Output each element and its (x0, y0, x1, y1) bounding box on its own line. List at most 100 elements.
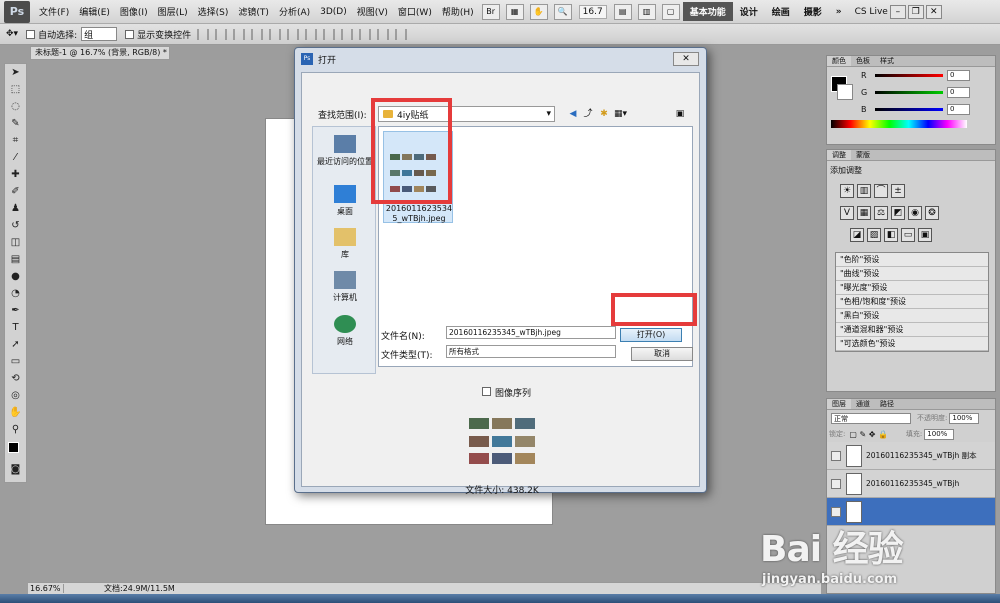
channel-r-slider[interactable] (875, 74, 943, 77)
opacity-input[interactable]: 100% (949, 412, 980, 424)
clone-stamp-tool-icon[interactable]: ♟ (6, 201, 25, 217)
menu-edit[interactable]: 编辑(E) (74, 5, 115, 18)
menu-filter[interactable]: 滤镜(T) (233, 5, 274, 18)
fill-input[interactable]: 100% (924, 428, 955, 440)
brightness-icon[interactable]: ☀ (840, 184, 854, 198)
preset-exposure[interactable]: "曝光度"预设 (836, 281, 988, 295)
align-right-icon[interactable] (287, 28, 300, 40)
blend-mode-select[interactable]: 正常 (831, 412, 911, 424)
workspace-essentials[interactable]: 基本功能 (682, 2, 733, 21)
gradient-map-icon[interactable]: ▭ (901, 228, 915, 242)
arrange-documents-icon[interactable]: ▥ (637, 3, 656, 20)
distribute-bottom-icon[interactable] (341, 28, 354, 40)
dialog-close-button[interactable]: ✕ (673, 52, 699, 66)
visibility-toggle[interactable] (831, 506, 841, 517)
workspace-more[interactable]: » (829, 4, 849, 20)
channel-g-slider[interactable] (875, 91, 943, 94)
layer-name[interactable]: 20160116235345_wTBjh (866, 479, 959, 488)
dialog-titlebar[interactable]: Ps 打开 (295, 48, 706, 70)
menu-3d[interactable]: 3D(D) (315, 7, 352, 17)
distribute-hcenter-icon[interactable] (377, 28, 390, 40)
preset-hue-saturation[interactable]: "色相/饱和度"预设 (836, 295, 988, 309)
auto-select-checkbox[interactable] (26, 29, 36, 39)
zoom-tool-icon[interactable]: ⚲ (6, 422, 25, 438)
history-brush-tool-icon[interactable]: ↺ (6, 218, 25, 234)
black-white-icon[interactable]: ◩ (891, 206, 905, 220)
place-libraries[interactable]: 库 (313, 228, 377, 260)
tab-swatches[interactable]: 色板 (851, 56, 875, 66)
channel-b-value[interactable]: 0 (947, 104, 970, 115)
visibility-toggle[interactable] (831, 450, 841, 461)
brush-tool-icon[interactable]: ✐ (6, 184, 25, 200)
channel-g-value[interactable]: 0 (947, 87, 970, 98)
document-tab[interactable]: 未标题-1 @ 16.7% (背景, RGB/8) * (30, 46, 170, 60)
path-select-tool-icon[interactable]: ➚ (6, 337, 25, 353)
zoom-status[interactable]: 16.67% (28, 584, 64, 593)
3d-rotate-tool-icon[interactable]: ⟲ (6, 371, 25, 387)
image-sequence-checkbox[interactable] (482, 387, 491, 396)
tab-channels[interactable]: 通道 (851, 399, 875, 409)
tab-masks[interactable]: 蒙版 (851, 150, 875, 160)
color-spectrum[interactable] (831, 120, 967, 128)
place-desktop[interactable]: 桌面 (313, 185, 377, 217)
dodge-tool-icon[interactable]: ◔ (6, 286, 25, 302)
tab-styles[interactable]: 样式 (875, 56, 899, 66)
open-button[interactable]: 打开(O) (620, 328, 682, 342)
up-folder-icon[interactable]: ⤴ (582, 108, 594, 120)
exposure-icon[interactable]: ± (891, 184, 905, 198)
distribute-right-icon[interactable] (395, 28, 408, 40)
mini-bridge-icon[interactable]: ▦ (505, 3, 524, 20)
hand-icon[interactable]: ✋ (529, 3, 548, 20)
preview-toggle-icon[interactable]: ▣ (674, 108, 686, 120)
align-vcenter-icon[interactable] (215, 28, 228, 40)
bridge-icon[interactable]: Br (481, 3, 500, 20)
view-extras-icon[interactable]: ▤ (613, 3, 632, 20)
quick-mask-icon[interactable]: ◙ (6, 462, 25, 478)
curves-icon[interactable]: ⌒ (874, 184, 888, 198)
workspace-photography[interactable]: 摄影 (797, 2, 829, 21)
preset-channel-mixer[interactable]: "通道混和器"预设 (836, 323, 988, 337)
channel-b-slider[interactable] (875, 108, 943, 111)
preset-curves[interactable]: "曲线"预设 (836, 267, 988, 281)
lasso-tool-icon[interactable]: ◌ (6, 99, 25, 115)
gradient-tool-icon[interactable]: ▤ (6, 252, 25, 268)
tab-adjustments[interactable]: 调整 (827, 150, 851, 160)
tab-layers[interactable]: 图层 (827, 399, 851, 409)
marquee-tool-icon[interactable]: ⬚ (6, 82, 25, 98)
cs-live-button[interactable]: CS Live (855, 7, 888, 17)
healing-brush-tool-icon[interactable]: ✚ (6, 167, 25, 183)
tab-paths[interactable]: 路径 (875, 399, 899, 409)
threshold-icon[interactable]: ◧ (884, 228, 898, 242)
hue-saturation-icon[interactable]: ▦ (857, 206, 871, 220)
menu-window[interactable]: 窗口(W) (393, 5, 437, 18)
preset-selective-color[interactable]: "可选颜色"预设 (836, 337, 988, 351)
workspace-design[interactable]: 设计 (733, 2, 765, 21)
levels-icon[interactable]: ▥ (857, 184, 871, 198)
menu-layer[interactable]: 图层(L) (153, 5, 193, 18)
minimize-icon[interactable]: – (889, 4, 906, 19)
back-icon[interactable]: ◀ (567, 108, 579, 120)
menu-help[interactable]: 帮助(H) (437, 5, 479, 18)
zoom-tool-icon[interactable]: 🔍 (553, 3, 572, 20)
visibility-toggle[interactable] (831, 478, 841, 489)
screen-mode-icon[interactable]: ▢ (661, 3, 680, 20)
menu-select[interactable]: 选择(S) (193, 5, 234, 18)
align-bottom-icon[interactable] (233, 28, 246, 40)
close-icon[interactable]: ✕ (925, 4, 942, 19)
move-tool-icon[interactable]: ✥▾ (6, 29, 18, 39)
channel-mixer-icon[interactable]: ❂ (925, 206, 939, 220)
layer-name[interactable]: 20160116235345_wTBjh 副本 (866, 450, 977, 461)
place-computer[interactable]: 计算机 (313, 271, 377, 303)
shape-tool-icon[interactable]: ▭ (6, 354, 25, 370)
eyedropper-tool-icon[interactable]: ⁄ (6, 150, 25, 166)
menu-view[interactable]: 视图(V) (352, 5, 393, 18)
3d-orbit-tool-icon[interactable]: ◎ (6, 388, 25, 404)
auto-select-target-select[interactable]: 组 (81, 27, 118, 41)
file-name-input[interactable]: 20160116235345_wTBjh.jpeg (446, 326, 616, 339)
align-hcenter-icon[interactable] (269, 28, 282, 40)
eraser-tool-icon[interactable]: ◫ (6, 235, 25, 251)
vibrance-icon[interactable]: V (840, 206, 854, 220)
menu-file[interactable]: 文件(F) (34, 5, 74, 18)
layer-row[interactable]: 20160116235345_wTBjh 副本 (827, 442, 995, 470)
workspace-painting[interactable]: 绘画 (765, 2, 797, 21)
